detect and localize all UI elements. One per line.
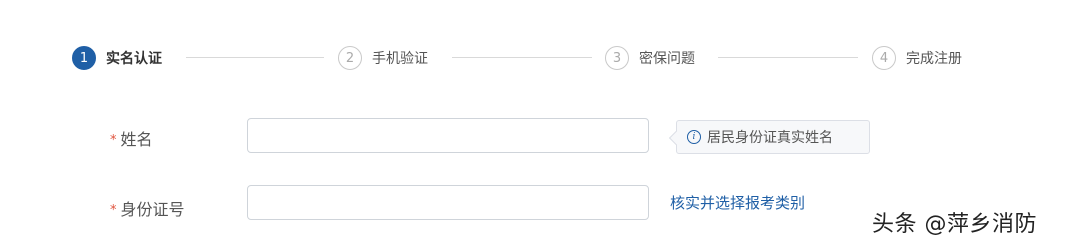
step-number-badge: 1 <box>72 46 96 70</box>
id-number-label-text: 身份证号 <box>120 200 185 219</box>
step-3: 3 密保问题 <box>605 44 695 72</box>
step-label: 实名认证 <box>106 51 162 67</box>
step-label: 完成注册 <box>906 51 962 67</box>
step-4: 4 完成注册 <box>872 44 962 72</box>
name-hint-tooltip: i 居民身份证真实姓名 <box>676 120 870 154</box>
step-1: 1 实名认证 <box>72 44 162 72</box>
step-connector <box>718 57 858 58</box>
name-input[interactable] <box>247 118 649 153</box>
step-connector <box>186 57 324 58</box>
step-2: 2 手机验证 <box>338 44 428 72</box>
watermark-text: 头条 @萍乡消防 <box>872 212 1037 237</box>
step-number-badge: 4 <box>872 46 896 70</box>
step-number-badge: 3 <box>605 46 629 70</box>
step-connector <box>452 57 592 58</box>
id-number-label: * 身份证号 <box>110 196 185 220</box>
step-label: 密保问题 <box>639 51 695 67</box>
info-icon: i <box>687 130 701 144</box>
step-label: 手机验证 <box>372 51 428 67</box>
name-hint-text: 居民身份证真实姓名 <box>707 130 833 146</box>
verify-category-link[interactable]: 核实并选择报考类别 <box>670 192 805 213</box>
name-label: * 姓名 <box>110 126 153 150</box>
step-number-badge: 2 <box>338 46 362 70</box>
required-asterisk: * <box>110 203 117 218</box>
id-number-input[interactable] <box>247 185 649 220</box>
required-asterisk: * <box>110 133 117 148</box>
name-label-text: 姓名 <box>120 130 153 149</box>
